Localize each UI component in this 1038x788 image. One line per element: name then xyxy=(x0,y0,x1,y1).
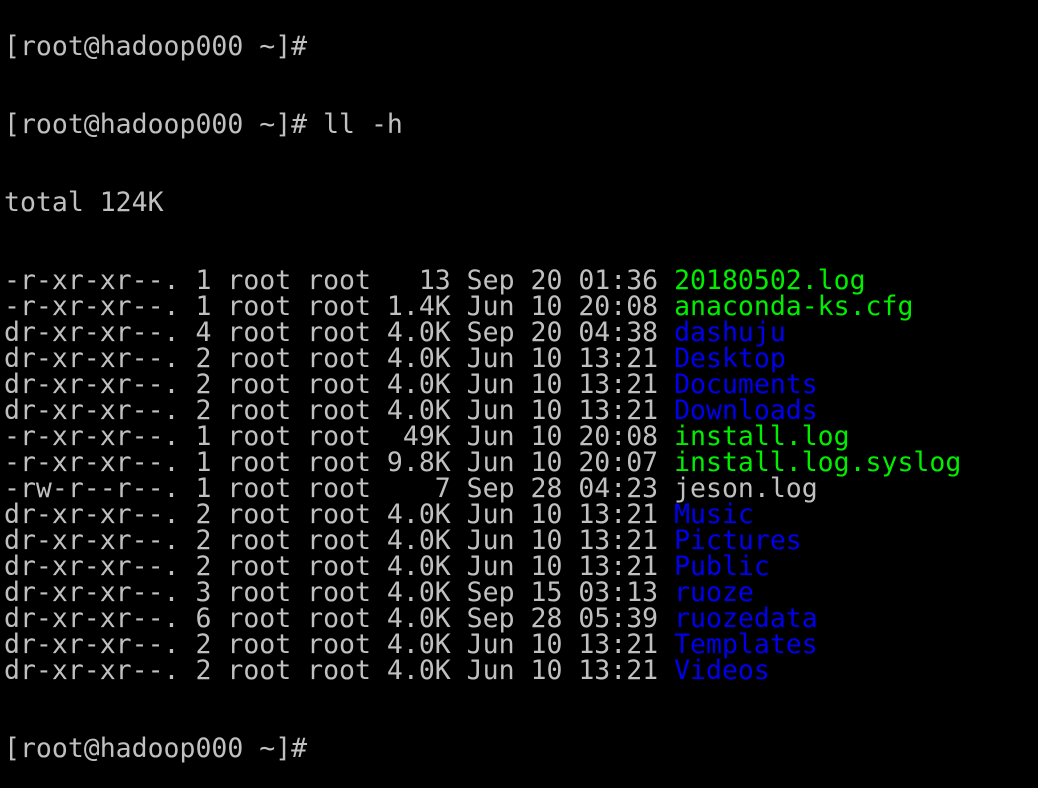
terminal-output[interactable]: [root@hadoop000 ~]# [root@hadoop000 ~]# … xyxy=(4,0,961,788)
final-prompt: [root@hadoop000 ~]# xyxy=(4,733,308,764)
final-prompt-line[interactable]: [root@hadoop000 ~]# xyxy=(4,733,961,764)
directory-name: Videos xyxy=(674,655,770,686)
previous-prompt-line: [root@hadoop000 ~]# xyxy=(4,31,961,62)
file-listing: -r-xr-xr--. 1 root root 13 Sep 20 01:36 … xyxy=(4,267,961,686)
file-metadata: dr-xr-xr--. 2 root root 4.0K Jun 10 13:2… xyxy=(4,655,675,686)
file-row: dr-xr-xr--. 2 root root 4.0K Jun 10 13:2… xyxy=(4,655,961,686)
total-line: total 124K xyxy=(4,187,164,218)
prompt: [root@hadoop000 ~]# xyxy=(4,109,324,140)
previous-prompt: [root@hadoop000 ~]# xyxy=(4,31,308,62)
command-text: ll -h xyxy=(323,109,403,140)
command-line: [root@hadoop000 ~]# ll -h xyxy=(4,109,961,140)
